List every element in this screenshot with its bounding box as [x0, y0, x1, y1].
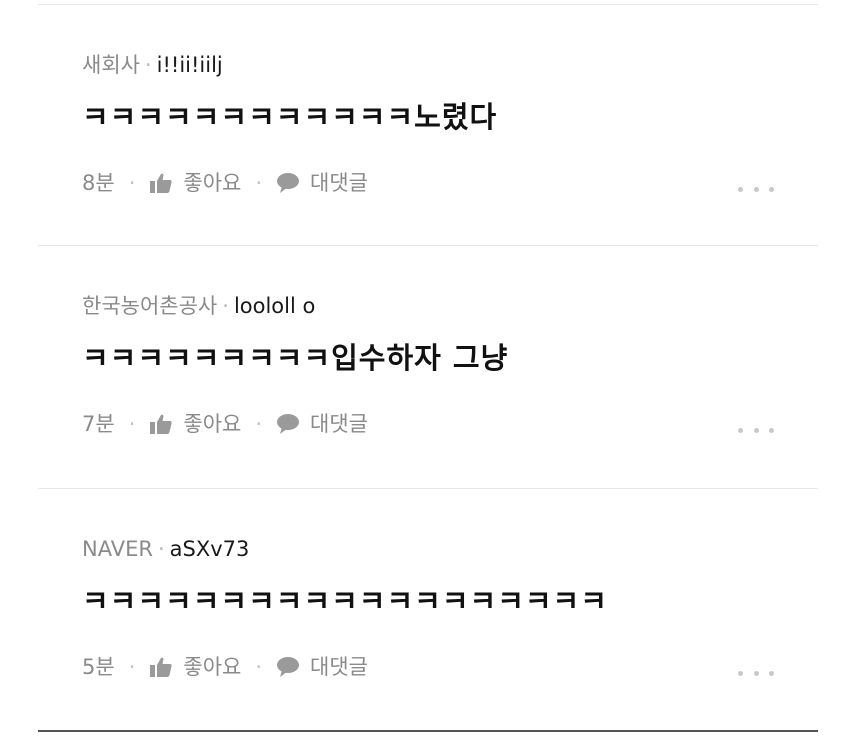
like-label: 좋아요 [183, 655, 242, 679]
meta-separator: · [222, 294, 229, 318]
comment-source[interactable]: 한국농어촌공사 [82, 294, 217, 318]
comment-source[interactable]: 새회사 [82, 53, 140, 77]
meta-separator: · [157, 537, 165, 561]
comment-text: ㅋㅋㅋㅋㅋㅋㅋㅋㅋ입수하자 그냥 [82, 341, 509, 375]
comment-meta: 새회사 · i!!ii!iilj [82, 50, 223, 80]
reply-label: 대댓글 [310, 412, 368, 436]
like-label: 좋아요 [183, 412, 242, 436]
comment-time: 8분 [82, 171, 115, 195]
action-separator: · [128, 412, 136, 436]
thumbs-up-icon [150, 657, 172, 677]
comment-text: ㅋㅋㅋㅋㅋㅋㅋㅋㅋㅋㅋㅋㅋㅋㅋㅋㅋㅋㅋ [82, 584, 608, 618]
like-button[interactable]: 좋아요 [149, 650, 241, 684]
speech-bubble-icon [277, 414, 300, 434]
bottom-divider [38, 730, 818, 732]
comment-meta: NAVER · aSXv73 [82, 534, 249, 564]
thumbs-up-icon [150, 414, 172, 434]
action-separator: · [255, 171, 263, 195]
meta-separator: · [144, 53, 152, 77]
more-dots-icon [753, 670, 759, 676]
action-separator: · [255, 412, 263, 436]
comment-item: 한국농어촌공사 · loololl o ㅋㅋㅋㅋㅋㅋㅋㅋㅋ입수하자 그냥 7분 · … [38, 245, 818, 486]
comment-item: NAVER · aSXv73 ㅋㅋㅋㅋㅋㅋㅋㅋㅋㅋㅋㅋㅋㅋㅋㅋㅋㅋㅋ 5분 · 좋아… [38, 488, 818, 729]
like-label: 좋아요 [183, 171, 242, 195]
action-separator: · [128, 171, 136, 195]
reply-button[interactable]: 대댓글 [276, 407, 368, 441]
comment-actions: 8분 · 좋아요 · 대댓글 [82, 166, 368, 200]
comment-item: 새회사 · i!!ii!iilj ㅋㅋㅋㅋㅋㅋㅋㅋㅋㅋㅋㅋ노렸다 8분 · 좋아요 … [38, 4, 818, 245]
more-dots-icon [738, 670, 743, 676]
more-dots-icon [753, 427, 759, 433]
reply-button[interactable]: 대댓글 [276, 650, 368, 684]
thumbs-up-icon [150, 173, 172, 193]
more-dots-icon [738, 427, 743, 433]
comment-actions: 5분 · 좋아요 · 대댓글 [82, 650, 368, 684]
action-separator: · [128, 655, 136, 679]
reply-label: 대댓글 [310, 655, 368, 679]
more-options-button[interactable] [738, 668, 774, 678]
comment-username[interactable]: aSXv73 [170, 537, 250, 561]
more-dots-icon [753, 186, 759, 192]
like-button[interactable]: 좋아요 [149, 407, 241, 441]
comment-source[interactable]: NAVER [82, 537, 153, 561]
more-options-button[interactable] [738, 425, 774, 435]
more-dots-icon [769, 186, 774, 192]
reply-label: 대댓글 [310, 171, 368, 195]
more-dots-icon [769, 670, 774, 676]
comment-actions: 7분 · 좋아요 · 대댓글 [82, 407, 368, 441]
comment-username[interactable]: loololl o [234, 294, 315, 318]
action-separator: · [255, 655, 263, 679]
comment-username[interactable]: i!!ii!iilj [157, 53, 223, 77]
more-dots-icon [738, 186, 743, 192]
comment-time: 7분 [82, 412, 115, 436]
speech-bubble-icon [277, 657, 300, 677]
more-dots-icon [769, 427, 774, 433]
comment-text: ㅋㅋㅋㅋㅋㅋㅋㅋㅋㅋㅋㅋ노렸다 [82, 100, 498, 134]
speech-bubble-icon [277, 173, 300, 193]
like-button[interactable]: 좋아요 [149, 166, 241, 200]
reply-button[interactable]: 대댓글 [276, 166, 368, 200]
comment-time: 5분 [82, 655, 115, 679]
comment-meta: 한국농어촌공사 · loololl o [82, 291, 315, 321]
more-options-button[interactable] [738, 184, 774, 194]
